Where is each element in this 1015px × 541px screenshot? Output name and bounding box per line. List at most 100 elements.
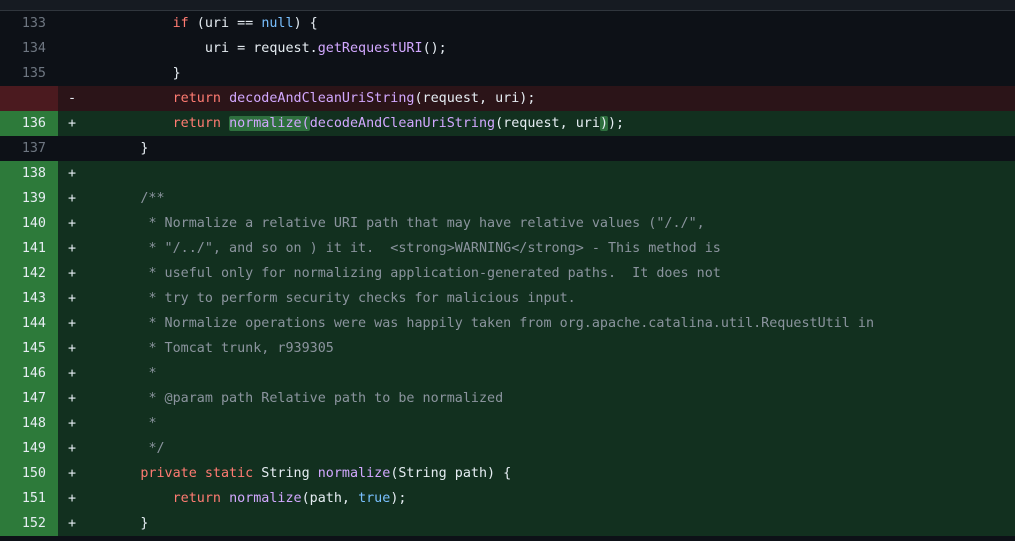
code-token: * xyxy=(148,416,157,431)
diff-marker: + xyxy=(58,411,86,436)
diff-marker: + xyxy=(58,511,86,536)
diff-marker: + xyxy=(58,386,86,411)
diff-marker xyxy=(58,136,86,161)
line-number[interactable]: 152 xyxy=(0,511,58,536)
code-token: decodeAndCleanUriString xyxy=(309,116,496,131)
code-text: * useful only for normalizing applicatio… xyxy=(86,261,1015,286)
code-token: } xyxy=(172,66,181,81)
code-token: (path, xyxy=(301,491,359,506)
diff-line-ctx: 135 } xyxy=(0,61,1015,86)
line-number[interactable]: 136 xyxy=(0,111,58,136)
line-number[interactable]: 147 xyxy=(0,386,58,411)
code-text: * "/../", and so on ) it it. <strong>WAR… xyxy=(86,236,1015,261)
line-number[interactable]: 139 xyxy=(0,186,58,211)
code-token: uri = request. xyxy=(204,41,318,56)
diff-marker: + xyxy=(58,211,86,236)
code-token: */ xyxy=(148,441,165,456)
code-token: /** xyxy=(140,191,165,206)
code-token: ) { xyxy=(293,16,318,31)
code-token: normalize xyxy=(229,491,302,506)
line-number[interactable]: 145 xyxy=(0,336,58,361)
diff-line-add: 144 + * Normalize operations were was hap… xyxy=(0,311,1015,336)
line-number[interactable]: 150 xyxy=(0,461,58,486)
diff-marker: + xyxy=(58,286,86,311)
code-text: return normalize(path, true); xyxy=(86,486,1015,511)
code-token: normalize( xyxy=(229,116,310,131)
diff-line-add: 152 + } xyxy=(0,511,1015,536)
line-number[interactable]: 134 xyxy=(0,36,58,61)
code-text: */ xyxy=(86,436,1015,461)
diff-marker xyxy=(58,36,86,61)
code-token: return xyxy=(172,91,221,106)
code-text: * Tomcat trunk, r939305 xyxy=(86,336,1015,361)
code-token: null xyxy=(261,16,294,31)
diff-view: 133 if (uri == null) {134 uri = request.… xyxy=(0,11,1015,536)
diff-line-add: 147 + * @param path Relative path to be n… xyxy=(0,386,1015,411)
line-number[interactable]: 138 xyxy=(0,161,58,186)
code-token: * xyxy=(148,366,157,381)
diff-marker: + xyxy=(58,311,86,336)
diff-line-add: 143 + * try to perform security checks fo… xyxy=(0,286,1015,311)
code-token: * @param path Relative path to be normal… xyxy=(148,391,504,406)
code-token: return xyxy=(172,491,221,506)
line-number[interactable]: 151 xyxy=(0,486,58,511)
diff-marker: + xyxy=(58,161,86,186)
diff-marker: + xyxy=(58,336,86,361)
line-number[interactable]: 148 xyxy=(0,411,58,436)
code-text: /** xyxy=(86,186,1015,211)
line-number[interactable]: 143 xyxy=(0,286,58,311)
line-number[interactable]: 133 xyxy=(0,11,58,36)
diff-line-add: 142 + * useful only for normalizing appli… xyxy=(0,261,1015,286)
line-number[interactable]: 146 xyxy=(0,361,58,386)
diff-line-ctx: 133 if (uri == null) { xyxy=(0,11,1015,36)
code-token: (request, uri xyxy=(495,116,600,131)
code-text: * Normalize a relative URI path that may… xyxy=(86,211,1015,236)
diff-line-add: 146 + * xyxy=(0,361,1015,386)
code-text: return decodeAndCleanUriString(request, … xyxy=(86,86,1015,111)
line-number[interactable]: 149 xyxy=(0,436,58,461)
diff-marker: + xyxy=(58,361,86,386)
code-token: ) xyxy=(599,116,608,131)
code-text: uri = request.getRequestURI(); xyxy=(86,36,1015,61)
code-token: * try to perform security checks for mal… xyxy=(148,291,576,306)
code-token: private xyxy=(140,466,197,481)
line-number[interactable]: 137 xyxy=(0,136,58,161)
diff-line-ctx: 134 uri = request.getRequestURI(); xyxy=(0,36,1015,61)
code-token: * Normalize operations were was happily … xyxy=(148,316,875,331)
code-text: } xyxy=(86,511,1015,536)
line-number[interactable] xyxy=(0,86,58,111)
diff-line-add: 136 + return normalize(decodeAndCleanUriS… xyxy=(0,111,1015,136)
code-text: } xyxy=(86,136,1015,161)
code-token: (String path) { xyxy=(390,466,512,481)
code-text: * xyxy=(86,361,1015,386)
line-number[interactable]: 140 xyxy=(0,211,58,236)
code-token: return xyxy=(172,116,221,131)
code-token: * "/../", and so on ) it it. <strong>WAR… xyxy=(148,241,721,256)
line-number[interactable]: 141 xyxy=(0,236,58,261)
line-number[interactable]: 135 xyxy=(0,61,58,86)
line-number[interactable]: 142 xyxy=(0,261,58,286)
diff-marker: + xyxy=(58,236,86,261)
diff-marker: + xyxy=(58,436,86,461)
code-token: getRequestURI xyxy=(317,41,423,56)
code-token: * Tomcat trunk, r939305 xyxy=(148,341,334,356)
diff-marker: + xyxy=(58,486,86,511)
code-text: return normalize(decodeAndCleanUriString… xyxy=(86,111,1015,136)
code-token: (uri == xyxy=(188,16,262,31)
code-token: ); xyxy=(390,491,407,506)
diff-header-bar xyxy=(0,0,1015,11)
line-number[interactable]: 144 xyxy=(0,311,58,336)
code-token: ); xyxy=(608,116,625,131)
